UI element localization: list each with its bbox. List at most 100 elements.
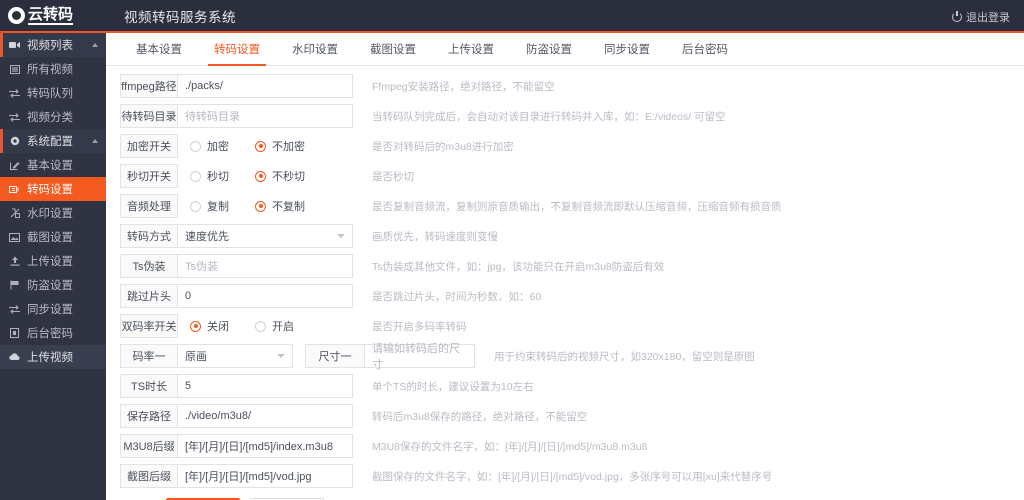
field-hint: Ffmpeg安装路径，绝对路径，不能留空 [372, 80, 555, 93]
page-title: 视频转码服务系统 [124, 9, 236, 25]
sidebar-group-label: 系统配置 [27, 136, 73, 148]
sidebar-item-upload-video[interactable]: 上传视频 [0, 345, 106, 369]
tab-admin-password[interactable]: 后台密码 [666, 33, 744, 65]
ffmpeg-path-input[interactable]: ./packs/ [178, 74, 353, 98]
sidebar-item-watermark-settings[interactable]: 水印设置 [0, 201, 106, 225]
radio-audio-copy[interactable]: 复制 [190, 198, 229, 214]
convert-icon [8, 185, 21, 194]
save-path-input[interactable]: ./video/m3u8/ [178, 404, 353, 428]
field-hint: 是否跳过片头，时间为秒数，如：60 [372, 290, 542, 303]
field-hint: 用于约束转码后的视频尺寸，如320x180，留空则是原图 [494, 350, 755, 363]
radio-label: 加密 [207, 141, 229, 153]
skip-intro-input[interactable]: 0 [178, 284, 353, 308]
sidebar-group-label: 视频列表 [27, 40, 73, 52]
sidebar-group-system-config[interactable]: 系统配置 [0, 129, 106, 153]
field-m3u8-suffix: M3U8后缀 [年]/[月]/[日]/[md5]/index.m3u8 M3U8… [120, 434, 1024, 458]
tab-snapshot-settings[interactable]: 截图设置 [354, 33, 432, 65]
sidebar-item-transcode-queue[interactable]: 转码队列 [0, 81, 106, 105]
radio-dot-icon [190, 200, 201, 212]
ts-disguise-input[interactable]: Ts伪装 [178, 254, 353, 278]
sidebar-item-label: 防盗设置 [27, 280, 73, 292]
chevron-down-icon [277, 354, 285, 358]
field-label: Ts伪装 [120, 254, 178, 278]
sidebar-item-upload-settings[interactable]: 上传设置 [0, 249, 106, 273]
flag-icon [8, 280, 21, 290]
tab-upload-settings[interactable]: 上传设置 [432, 33, 510, 65]
field-label: 截图后缀 [120, 464, 178, 488]
radio-label: 开启 [272, 321, 294, 333]
tab-sync-settings[interactable]: 同步设置 [588, 33, 666, 65]
field-hint: 当转码队列完成后，会自动对该目录进行转码并入库，如：E:/videos/ 可留空 [372, 110, 726, 123]
field-hint: 是否对转码后的m3u8进行加密 [372, 140, 514, 153]
field-pending-dir: 待转码目录 待转码目录 当转码队列完成后，会自动对该目录进行转码并入库，如：E:… [120, 104, 1024, 128]
fastcut-radio-group: 秒切 不秒切 [178, 164, 353, 188]
sidebar-item-label: 基本设置 [27, 160, 73, 172]
radio-label: 不秒切 [272, 171, 305, 183]
chevron-up-icon [92, 139, 98, 143]
logout-label: 退出登录 [966, 11, 1010, 24]
brand-logo[interactable]: 云转码 [0, 0, 106, 32]
field-snapshot-suffix: 截图后缀 [年]/[月]/[日]/[md5]/vod.jpg 截图保存的文件名字… [120, 464, 1024, 488]
sidebar-item-snapshot-settings[interactable]: 截图设置 [0, 225, 106, 249]
tab-basic-settings[interactable]: 基本设置 [120, 33, 198, 65]
sidebar-item-admin-password[interactable]: 后台密码 [0, 321, 106, 345]
sidebar-item-label: 同步设置 [27, 304, 73, 316]
pending-dir-input[interactable]: 待转码目录 [178, 104, 353, 128]
sidebar-item-video-category[interactable]: 视频分类 [0, 105, 106, 129]
field-label: 码率一 [120, 344, 178, 368]
sidebar-item-label: 后台密码 [27, 328, 73, 340]
radio-audio-nocopy[interactable]: 不复制 [255, 198, 305, 214]
sidebar-item-antitheft-settings[interactable]: 防盗设置 [0, 273, 106, 297]
tab-transcode-settings[interactable]: 转码设置 [198, 33, 276, 66]
cloud-upload-icon [8, 353, 21, 361]
field-hint: 画质优先，转码速度则变慢 [372, 230, 498, 243]
field-hint: 截图保存的文件名字，如：[年]/[月]/[日]/[md5]/vod.jpg，多张… [372, 470, 773, 483]
snapshot-suffix-input[interactable]: [年]/[月]/[日]/[md5]/vod.jpg [178, 464, 353, 488]
sidebar-item-sync-settings[interactable]: 同步设置 [0, 297, 106, 321]
sidebar-item-transcode-settings[interactable]: 转码设置 [0, 177, 106, 201]
encrypt-radio-group: 加密 不加密 [178, 134, 353, 158]
field-bitrate-one: 码率一 原画 尺寸一 请输如转码后的尺寸 用于约束转码后的视频尺寸，如320x1… [120, 343, 1024, 371]
tab-watermark-settings[interactable]: 水印设置 [276, 33, 354, 65]
audio-radio-group: 复制 不复制 [178, 194, 353, 218]
upload-icon [8, 256, 21, 266]
gear-icon [8, 136, 21, 146]
radio-dual-off[interactable]: 关闭 [190, 318, 229, 334]
brand-name: 云转码 [28, 6, 74, 25]
sync-icon [8, 304, 21, 314]
field-audio-process: 音频处理 复制 不复制 是否复制音频流，复制则原音质输出，不复制音频流即默认压缩… [120, 194, 1024, 218]
image-icon [8, 232, 21, 242]
field-label: 待转码目录 [120, 104, 178, 128]
sidebar-group-video-list[interactable]: 视频列表 [0, 33, 106, 57]
radio-encrypt-off[interactable]: 不加密 [255, 138, 305, 154]
cloud-logo-icon [8, 7, 25, 24]
video-camera-icon [8, 41, 21, 49]
size-one-input[interactable]: 请输如转码后的尺寸 [365, 343, 475, 371]
transcode-mode-select[interactable]: 速度优先 [178, 224, 353, 248]
radio-dual-on[interactable]: 开启 [255, 318, 294, 334]
bitrate-one-select[interactable]: 原画 [178, 344, 293, 368]
logout-button[interactable]: 退出登录 [952, 0, 1010, 33]
ts-duration-input[interactable]: 5 [178, 374, 353, 398]
radio-encrypt-on[interactable]: 加密 [190, 138, 229, 154]
radio-fastcut-off[interactable]: 不秒切 [255, 168, 305, 184]
field-fastcut-switch: 秒切开关 秒切 不秒切 是否秒切 [120, 164, 1024, 188]
radio-fastcut-on[interactable]: 秒切 [190, 168, 229, 184]
m3u8-suffix-input[interactable]: [年]/[月]/[日]/[md5]/index.m3u8 [178, 434, 353, 458]
tab-antitheft-settings[interactable]: 防盗设置 [510, 33, 588, 65]
field-label: TS时长 [120, 374, 178, 398]
radio-dot-icon [190, 170, 201, 182]
transcode-settings-form: ffmpeg路径 ./packs/ Ffmpeg安装路径，绝对路径，不能留空 待… [106, 66, 1024, 500]
radio-label: 不加密 [272, 141, 305, 153]
field-hint: 转码后m3u8保存的路径，绝对路径，不能留空 [372, 410, 588, 423]
app-root: 云转码 视频转码服务系统 退出登录 视频列表 所有视频 转码队列 视频分类 系统… [0, 0, 1024, 500]
sidebar-item-all-videos[interactable]: 所有视频 [0, 57, 106, 81]
sidebar-item-label: 转码设置 [27, 184, 73, 196]
field-label: 保存路径 [120, 404, 178, 428]
field-hint: Ts伪装成其他文件，如：jpg，该功能只在开启m3u8防盗后有效 [372, 260, 665, 273]
field-hint: 是否开启多码率转码 [372, 320, 467, 333]
sidebar-item-basic-settings[interactable]: 基本设置 [0, 153, 106, 177]
field-dual-bitrate: 双码率开关 关闭 开启 是否开启多码率转码 [120, 314, 1024, 338]
chevron-down-icon [337, 234, 345, 238]
radio-dot-icon [255, 170, 266, 182]
